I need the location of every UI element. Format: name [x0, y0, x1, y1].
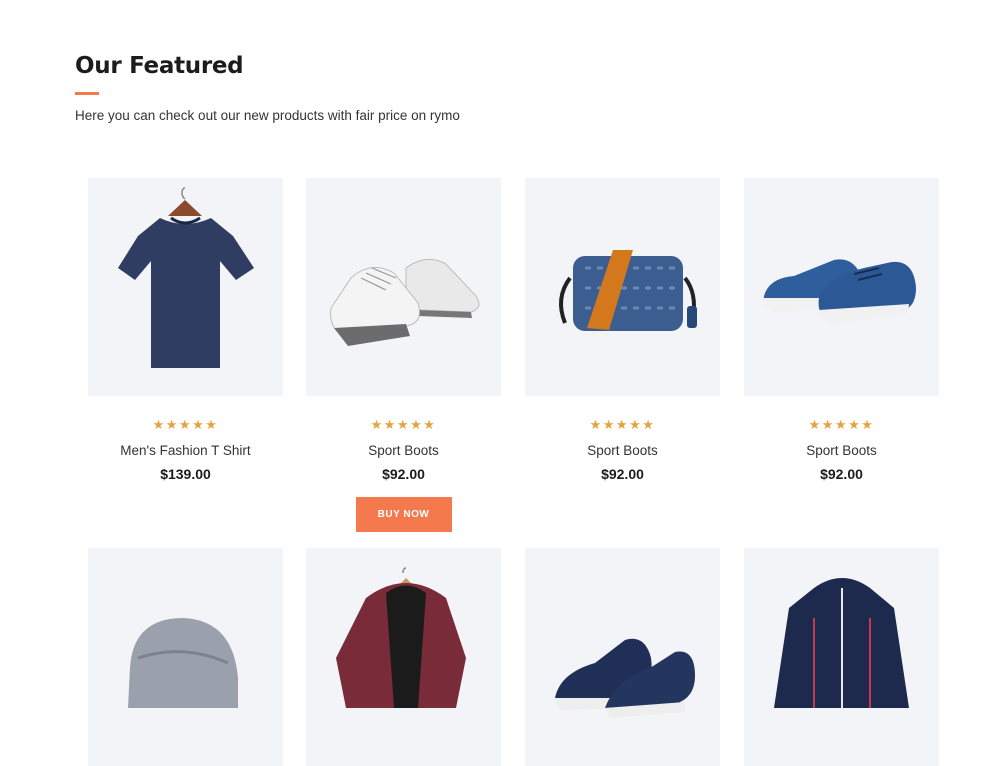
product-image[interactable] — [744, 178, 939, 396]
section-subtitle: Here you can check out our new products … — [75, 108, 460, 123]
product-image[interactable] — [525, 548, 720, 766]
product-card[interactable] — [306, 548, 501, 766]
product-image[interactable] — [88, 548, 283, 766]
product-card[interactable]: ★★★★★ Sport Boots $92.00 BUY NOW — [306, 178, 501, 532]
section-title: Our Featured — [75, 53, 244, 79]
product-name[interactable]: Sport Boots — [306, 442, 501, 460]
product-image[interactable] — [306, 548, 501, 766]
product-image[interactable] — [306, 178, 501, 396]
product-image[interactable] — [88, 178, 283, 396]
featured-header: Our Featured Here you can check out our … — [75, 50, 675, 123]
title-underline — [75, 92, 99, 95]
puffer-jacket-image — [774, 578, 909, 708]
rating-stars: ★★★★★ — [808, 417, 875, 432]
product-price: $92.00 — [820, 466, 863, 482]
product-card[interactable]: ★★★★★ Sport Boots $92.00 — [525, 178, 720, 483]
navy-sneakers-image — [555, 638, 695, 718]
product-name[interactable]: Sport Boots — [525, 442, 720, 460]
product-card[interactable]: ★★★★★ Sport Boots $92.00 — [744, 178, 939, 483]
product-name[interactable]: Men's Fashion T Shirt — [88, 442, 283, 460]
product-card[interactable] — [525, 548, 720, 766]
tshirt-image — [118, 187, 254, 368]
product-card[interactable] — [744, 548, 939, 766]
beanie-image — [128, 618, 238, 708]
buy-now-button[interactable]: BUY NOW — [355, 497, 452, 532]
product-price: $139.00 — [160, 466, 211, 482]
product-card[interactable]: ★★★★★ Men's Fashion T Shirt $139.00 — [88, 178, 283, 483]
crossbody-bag-image — [559, 250, 697, 331]
blue-shoes-image — [763, 259, 916, 324]
rating-stars: ★★★★★ — [370, 417, 437, 432]
sneakers-image — [330, 258, 480, 346]
product-image[interactable] — [525, 178, 720, 396]
product-image[interactable] — [744, 548, 939, 766]
hooded-coat-image — [336, 567, 466, 708]
product-price: $92.00 — [601, 466, 644, 482]
product-card[interactable] — [88, 548, 283, 766]
rating-stars: ★★★★★ — [589, 417, 656, 432]
rating-stars: ★★★★★ — [152, 417, 219, 432]
product-name[interactable]: Sport Boots — [744, 442, 939, 460]
product-price: $92.00 — [382, 466, 425, 482]
